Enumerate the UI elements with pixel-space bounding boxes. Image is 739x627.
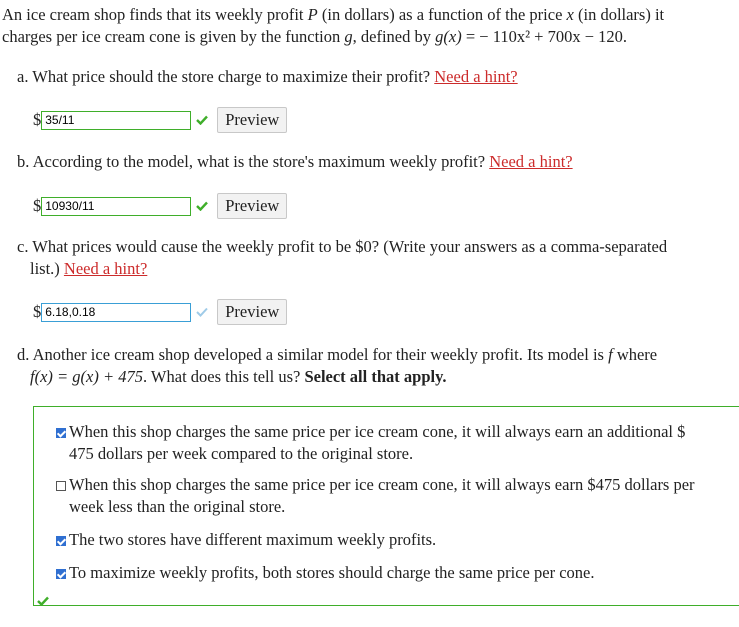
question-d: d. Another ice cream shop developed a si… <box>17 345 658 386</box>
checkmark-icon <box>195 113 209 127</box>
preview-button-a[interactable]: Preview <box>217 107 288 133</box>
intro-line-1: An ice cream shop finds that its weekly … <box>2 5 665 24</box>
checkmark-icon <box>195 199 209 213</box>
checkbox-checked-icon[interactable] <box>56 569 66 579</box>
problem-intro: An ice cream shop finds that its weekly … <box>2 4 737 48</box>
answer-input-c[interactable]: 6.18,0.18 <box>41 302 192 322</box>
preview-button-c[interactable]: Preview <box>217 299 288 325</box>
function-f-formula: f(x) = g(x) + 475 <box>30 367 143 386</box>
checkbox-unchecked-icon[interactable] <box>56 481 66 491</box>
checkbox-checked-icon[interactable] <box>56 536 66 546</box>
function-g-rhs: = − 110x² + 700x − 120. <box>461 27 628 46</box>
choices-box: When this shop charges the same price pe… <box>33 406 739 607</box>
answer-row-c: $ 6.18,0.18 Preview <box>33 299 288 325</box>
choice-item-4[interactable]: To maximize weekly profits, both stores … <box>56 562 736 584</box>
answer-row-b: $ 10930/11 Preview <box>33 193 288 219</box>
choice-item-1[interactable]: When this shop charges the same price pe… <box>56 421 736 465</box>
answer-row-a: $ 35/11 Preview <box>33 107 288 133</box>
question-c: c. What prices would cause the weekly pr… <box>17 237 668 278</box>
intro-line-2: charges per ice cream cone is given by t… <box>2 27 628 46</box>
question-b: b. According to the model, what is the s… <box>17 152 573 171</box>
answer-input-b[interactable]: 10930/11 <box>41 196 192 216</box>
function-g-lhs: g(x) <box>435 27 462 46</box>
choice-item-3[interactable]: The two stores have different maximum we… <box>56 529 736 551</box>
hint-link-a[interactable]: Need a hint? <box>434 67 517 86</box>
question-a: a. What price should the store charge to… <box>17 67 518 86</box>
hint-link-c[interactable]: Need a hint? <box>64 259 147 278</box>
hint-link-b[interactable]: Need a hint? <box>489 152 572 171</box>
choice-item-2[interactable]: When this shop charges the same price pe… <box>56 474 736 518</box>
preview-button-b[interactable]: Preview <box>217 193 288 219</box>
checkbox-checked-icon[interactable] <box>56 428 66 438</box>
answer-input-a[interactable]: 35/11 <box>41 110 192 130</box>
checkmark-icon <box>37 590 49 607</box>
checkmark-outline-icon <box>195 305 209 319</box>
